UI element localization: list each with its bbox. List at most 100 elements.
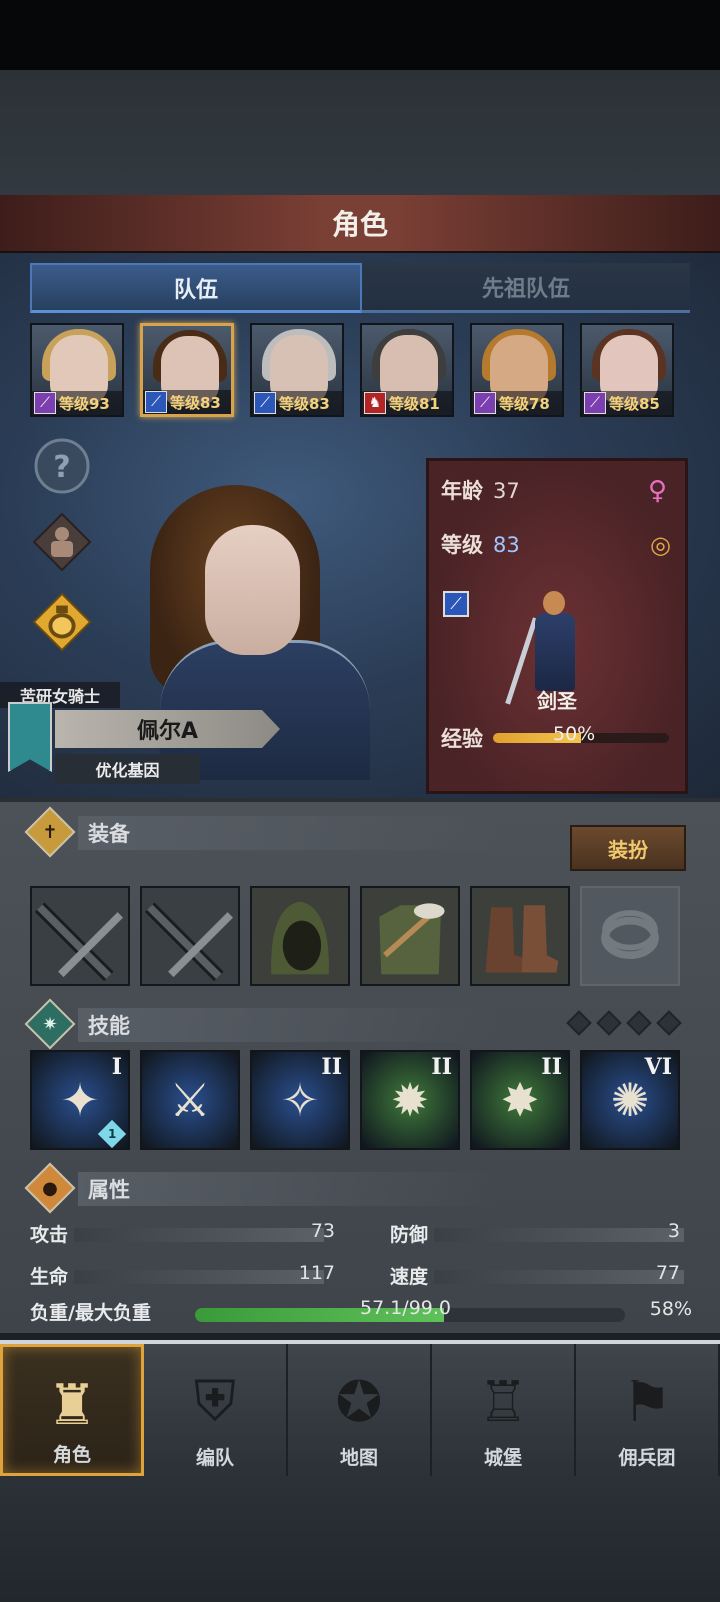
map-icon: ✪ [335, 1369, 383, 1435]
banner-icon[interactable] [8, 702, 52, 772]
nav-label: 地图 [339, 1447, 378, 1469]
dress-up-button[interactable]: 装扮 [570, 825, 686, 871]
tab-team[interactable]: 队伍 [30, 263, 362, 313]
attack-value: 73 [310, 1220, 335, 1242]
nav-label: 角色 [52, 1444, 91, 1466]
attack-row: 攻击 73 [30, 1218, 335, 1248]
nav-label: 编队 [195, 1447, 234, 1469]
bottom-background [0, 1476, 720, 1602]
exp-row: 经验 50% [441, 723, 681, 751]
nav-item[interactable]: ⛨ 编队 [144, 1344, 288, 1476]
equip-slot-weapon-2[interactable] [140, 886, 240, 986]
equip-slot-hood[interactable] [250, 886, 350, 986]
defense-value: 3 [667, 1220, 680, 1242]
mercenary-icon: ⚑ [621, 1369, 673, 1435]
skill-rank: VI [644, 1054, 672, 1080]
level-row: 等级 83 [441, 529, 520, 559]
equip-slot-ring-empty[interactable] [580, 886, 680, 986]
skill-slot[interactable]: ✧ II [250, 1050, 350, 1150]
character-name[interactable]: 佩尔A [55, 710, 280, 748]
portrait-level: ⟋ 等级78 [472, 391, 562, 415]
armor-icon[interactable] [32, 512, 92, 572]
nav-item[interactable]: ♜ 角色 [0, 1344, 144, 1476]
load-percent: 58% [649, 1298, 692, 1320]
hp-value: 117 [298, 1262, 335, 1284]
sword-icon: ⟋ [254, 392, 276, 414]
nav-item[interactable]: ✪ 地图 [288, 1344, 432, 1476]
load-value: 57.1/99.0 [360, 1297, 452, 1319]
skill-slot[interactable]: ✹ II [360, 1050, 460, 1150]
person-icon: ● [24, 1162, 76, 1214]
formation-icon: ⛨ [194, 1369, 236, 1434]
name-area: 苦研女骑士 佩尔A 优化基因 [0, 682, 300, 794]
portrait-level: ♞ 等级81 [362, 391, 452, 415]
portrait-level-text: 等级83 [170, 393, 221, 412]
portrait-level-text: 等级83 [279, 394, 330, 413]
equip-slot-weapon-1[interactable] [30, 886, 130, 986]
svg-text:?: ? [53, 450, 70, 485]
load-label: 负重/最大负重 [30, 1302, 151, 1324]
attributes-header: ● 属性 [24, 1162, 688, 1214]
staff-icon: ⟋ [584, 392, 606, 414]
staff-icon: ⟋ [474, 392, 496, 414]
attributes-label: 属性 [88, 1178, 130, 1202]
ring-icon[interactable]: ◎ [650, 531, 671, 559]
sword-class-icon: ⟋ [443, 591, 469, 617]
party-portrait[interactable]: ♞ 等级81 [360, 323, 454, 417]
defense-row: 防御 3 [390, 1218, 690, 1248]
page-title: 角色 [331, 208, 388, 241]
skill-slot-indicators [566, 1010, 686, 1038]
slot-diamond-4 [656, 1010, 682, 1036]
help-icon[interactable]: ? [32, 436, 92, 496]
portrait-level: ⟋ 等级85 [582, 391, 672, 415]
portrait-level-text: 等级93 [59, 394, 110, 413]
portrait-level-text: 等级85 [609, 394, 660, 413]
potion-icon[interactable] [32, 592, 92, 652]
skill-slot[interactable]: ✦ I 1 [30, 1050, 130, 1150]
exp-percent: 50% [553, 723, 596, 745]
portrait-level-text: 等级81 [389, 394, 440, 413]
skills-row: ✦ I 1 ⚔ ✧ II ✹ II ✸ II ✺ VI [30, 1050, 690, 1152]
nav-item[interactable]: ⚑ 佣兵团 [576, 1344, 720, 1476]
portrait-level: ⟋ 等级83 [252, 391, 342, 415]
speed-row: 速度 77 [390, 1260, 690, 1290]
party-portrait[interactable]: ⟋ 等级83 [250, 323, 344, 417]
level-value: 83 [493, 533, 520, 557]
portrait-level: ⟋ 等级83 [143, 390, 231, 414]
job-label: 剑圣 [537, 689, 577, 713]
exp-label: 经验 [441, 727, 483, 751]
skill-slot[interactable]: ✸ II [470, 1050, 570, 1150]
bull-icon: ♞ [364, 392, 386, 414]
sword-icon: ⟋ [145, 391, 167, 413]
equip-slot-armor[interactable] [360, 886, 460, 986]
skill-rank: II [321, 1054, 342, 1080]
background-top [0, 70, 720, 195]
party-portrait[interactable]: ⟋ 等级83 [140, 323, 234, 417]
attack-label: 攻击 [30, 1224, 69, 1246]
age-row: 年龄 37 [441, 475, 520, 505]
female-icon: ♀ [647, 476, 667, 506]
tab-ancestor-team[interactable]: 先祖队伍 [362, 263, 690, 313]
castle-icon: ♖ [477, 1369, 529, 1435]
staff-icon: ⟋ [34, 392, 56, 414]
skill-slot[interactable]: ⚔ [140, 1050, 240, 1150]
portrait-level-text: 等级78 [499, 394, 550, 413]
speed-value: 77 [655, 1262, 680, 1284]
party-portrait[interactable]: ⟋ 等级85 [580, 323, 674, 417]
info-card: 年龄 37 ♀ 等级 83 ◎ ⟋ 剑圣 经验 50% [426, 458, 688, 794]
knight-icon: ♜ [46, 1372, 98, 1438]
skill-rank: I [111, 1054, 122, 1080]
portrait-level: ⟋ 等级93 [32, 391, 122, 415]
skill-slot[interactable]: ✺ VI [580, 1050, 680, 1150]
party-portrait[interactable]: ⟋ 等级78 [470, 323, 564, 417]
party-portrait[interactable]: ⟋ 等级93 [30, 323, 124, 417]
nav-item[interactable]: ♖ 城堡 [432, 1344, 576, 1476]
hp-label: 生命 [30, 1266, 69, 1288]
hp-row: 生命 117 [30, 1260, 335, 1290]
gene-label: 优化基因 [55, 754, 200, 784]
slot-diamond-1 [566, 1010, 592, 1036]
cross-icon: ✝ [24, 806, 76, 858]
slot-diamond-2 [596, 1010, 622, 1036]
equip-slot-boots[interactable] [470, 886, 570, 986]
age-value: 37 [493, 479, 520, 503]
